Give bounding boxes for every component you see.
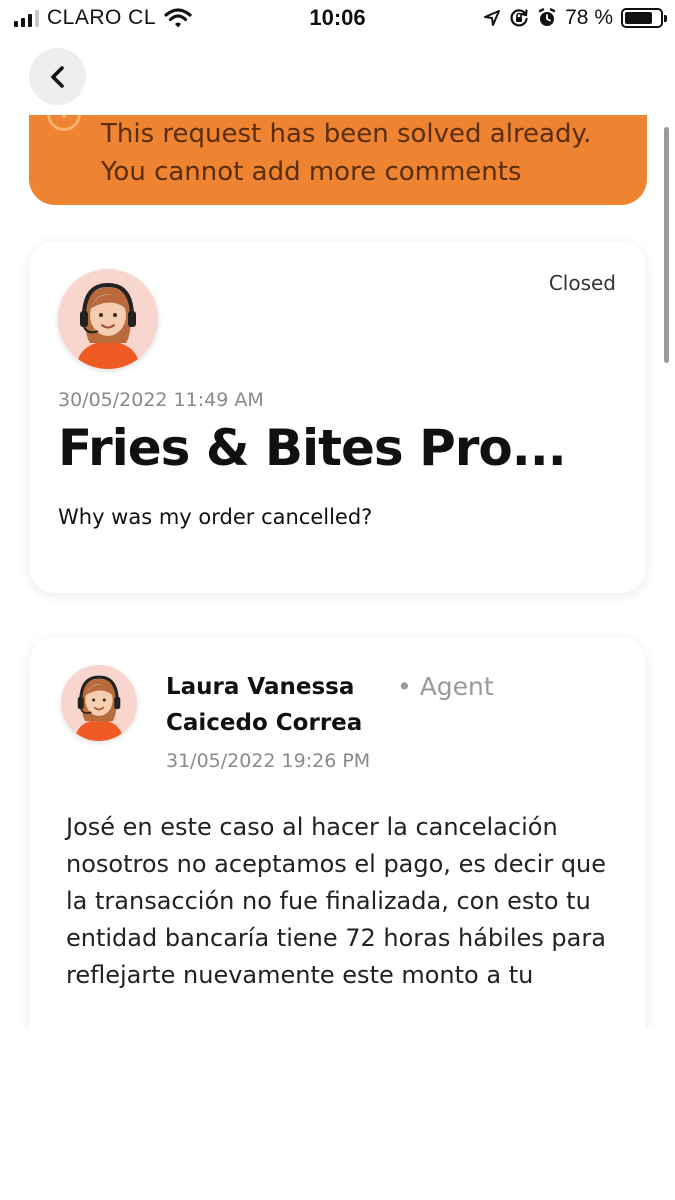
- status-badge: Closed: [548, 271, 616, 295]
- alarm-icon: [538, 8, 556, 26]
- request-question: Why was my order cancelled?: [58, 505, 373, 529]
- request-title: Fries & Bites Pro...: [58, 419, 567, 477]
- chevron-left-icon: [50, 65, 64, 88]
- status-bar: CLARO CL 10:06 78 %: [0, 0, 675, 40]
- comment-date: 31/05/2022 19:26 PM: [166, 750, 371, 772]
- info-icon: [47, 115, 81, 131]
- scrollbar[interactable]: [664, 127, 669, 363]
- battery-icon: [621, 8, 667, 28]
- battery-fill: [625, 12, 652, 24]
- comment-role: • Agent: [397, 672, 494, 701]
- agent-avatar: [61, 665, 137, 741]
- rotation-lock-icon: [510, 9, 528, 27]
- comment-card: Laura Vanessa Caicedo Correa • Agent 31/…: [29, 637, 646, 1027]
- banner-text: This request has been solved already. Yo…: [101, 119, 592, 187]
- agent-avatar: [58, 269, 158, 369]
- solved-banner: This request has been solved already. Yo…: [29, 115, 647, 205]
- ticket-content[interactable]: This request has been solved already. Yo…: [0, 115, 675, 1027]
- location-icon: [484, 10, 501, 26]
- request-card: Closed 30/05/2022 11:49 AM Fries & Bites…: [29, 241, 646, 593]
- status-bar-right: 78 %: [483, 6, 667, 30]
- back-button[interactable]: [29, 48, 86, 105]
- battery-percentage: 78 %: [565, 6, 613, 29]
- request-date: 30/05/2022 11:49 AM: [58, 389, 264, 411]
- comment-body: José en este caso al hacer la cancelació…: [66, 813, 607, 989]
- comment-author: Laura Vanessa Caicedo Correa: [166, 674, 363, 736]
